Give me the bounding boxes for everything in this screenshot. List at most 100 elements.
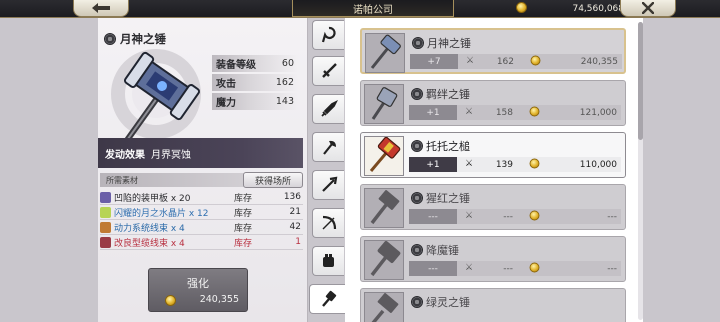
weapon-title-text: 月神之锤 [120,32,166,46]
sword-icon: ⚔ [466,56,475,66]
money-display: 74,560,068 [510,1,628,16]
hammer-silhouette-icon [371,293,399,322]
x-close-icon [642,2,654,14]
weapon-name-text: 羁绊之锤 [426,88,470,101]
weapon-stat-bar: +1 ⚔ 158 121,000 [409,105,621,120]
stock-qty: 1 [295,237,301,247]
attack-value: ⚔ --- [457,209,517,224]
tab-hammer[interactable] [309,284,345,314]
tab-greatsword[interactable] [312,94,344,124]
weapon-card-toto-mallet[interactable]: 托托之槌 +1 ⚔ 139 110,000 [360,132,626,178]
weapon-card-green-spirit-hammer[interactable]: 绿灵之锤 [360,288,626,322]
stat-row-attack: 攻击 162 [212,74,298,91]
attack-value: ⚔ 158 [457,105,517,120]
list-scrollbar-thumb[interactable] [638,22,643,140]
attack-text: 162 [496,56,514,67]
enhance-level: --- [409,209,457,224]
stock-qty: 136 [283,192,301,202]
stock-label: 库存 [234,223,253,234]
tab-sword[interactable] [312,56,344,86]
tab-gauntlet[interactable] [312,246,344,276]
mallet-icon [369,136,401,172]
enhance-level: +1 [409,157,457,172]
material-name: 凹陷的装甲板 x 20 [100,191,234,204]
weapon-card-demon-hammer[interactable]: 降魔锤 --- ⚔ --- --- [360,236,626,282]
crystal-icon [100,206,111,218]
stat-value: 162 [275,77,294,88]
weapon-name: 绿灵之锤 [411,294,470,310]
stat-value: 143 [275,96,294,107]
coin-icon [529,158,540,169]
close-button[interactable] [620,0,676,17]
stat-label: 装备等级 [216,60,256,71]
hammer-silhouette-icon [370,241,401,277]
cost-value: 240,355 [518,54,622,69]
tab-axe[interactable] [312,132,344,162]
attack-value: ⚔ 139 [457,157,517,172]
enhance-level: +1 [409,105,457,120]
weapon-thumbnail [365,33,405,73]
stat-label: 攻击 [216,79,236,90]
gear-icon [411,140,423,152]
coin-icon [529,210,540,221]
attack-text: 139 [495,159,513,170]
cost-text: 121,000 [579,107,617,118]
enhance-button[interactable]: 强化 240,355 [148,268,248,312]
list-item: 动力系统线束 x 4 库存 42 [100,220,303,235]
axe-icon [322,140,336,155]
sword-icon: ⚔ [465,263,474,273]
hook-icon [321,26,336,43]
company-title: 诺帕公司 [292,0,454,17]
cost-value: --- [517,261,621,276]
weapon-thumbnail [364,240,404,280]
material-name: 改良型缆线束 x 4 [100,236,234,249]
gear-icon [411,88,423,100]
back-button[interactable] [73,0,129,17]
coin-icon [530,55,541,66]
weapon-name: 托托之槌 [411,138,470,154]
sword-icon: ⚔ [465,159,474,169]
list-item: 闪耀的月之水晶片 x 12 库存 21 [100,205,303,220]
effect-bar: 发动效果 月界冥蚀 [98,138,303,168]
weapon-name-text: 绿灵之锤 [426,296,470,309]
source-location-button[interactable]: 获得场所 [243,172,303,188]
coin-icon [529,106,540,117]
material-name: 闪耀的月之水晶片 x 12 [100,206,234,219]
weapon-thumbnail [364,136,404,176]
attack-text: 158 [495,107,513,118]
attack-text: --- [503,263,513,274]
coin-icon [516,2,527,13]
weapon-card-moon-hammer[interactable]: 月神之锤 +7 ⚔ 162 240,355 [360,28,626,74]
tab-bow[interactable] [312,208,344,238]
list-item: 凹陷的装甲板 x 20 库存 136 [100,190,303,205]
weapon-card-crimson-hammer[interactable]: 猩红之锤 --- ⚔ --- --- [360,184,626,230]
wire-harness-icon [100,221,111,233]
gear-icon [412,37,424,49]
gear-icon [411,296,423,308]
tab-hook[interactable] [312,20,344,50]
cost-value: --- [517,209,621,224]
tab-spear[interactable] [312,170,344,200]
cost-text: --- [607,263,617,274]
enhance-level: --- [409,261,457,276]
hammer-silhouette-icon [370,190,400,225]
material-name-text: 闪耀的月之水晶片 x 12 [114,208,209,219]
coin-icon [529,262,540,273]
material-name: 动力系统线束 x 4 [100,221,234,234]
weapon-category-tabs [309,18,345,322]
weapon-thumbnail [364,84,404,124]
bow-icon [322,215,336,230]
cost-text: 110,000 [579,159,617,170]
weapon-stat-bar: +7 ⚔ 162 240,355 [410,54,622,69]
weapon-detail-panel: 月神之锤 装备等级 60 攻击 162 魔力 143 发动效果 月界冥蚀 所需素… [98,18,308,322]
weapon-card-bond-hammer[interactable]: 羁绊之锤 +1 ⚔ 158 121,000 [360,80,626,126]
cable-bundle-icon [100,236,111,248]
weapon-name-text: 托托之槌 [426,140,470,153]
sword-icon: ⚔ [465,211,474,221]
cost-value: 110,000 [517,157,621,172]
cost-value: 121,000 [517,105,621,120]
stat-row-magic: 魔力 143 [212,93,298,110]
enhance-level: +7 [410,54,458,69]
enhance-label: 强化 [187,277,209,290]
weapon-name: 月神之锤 [412,35,471,51]
